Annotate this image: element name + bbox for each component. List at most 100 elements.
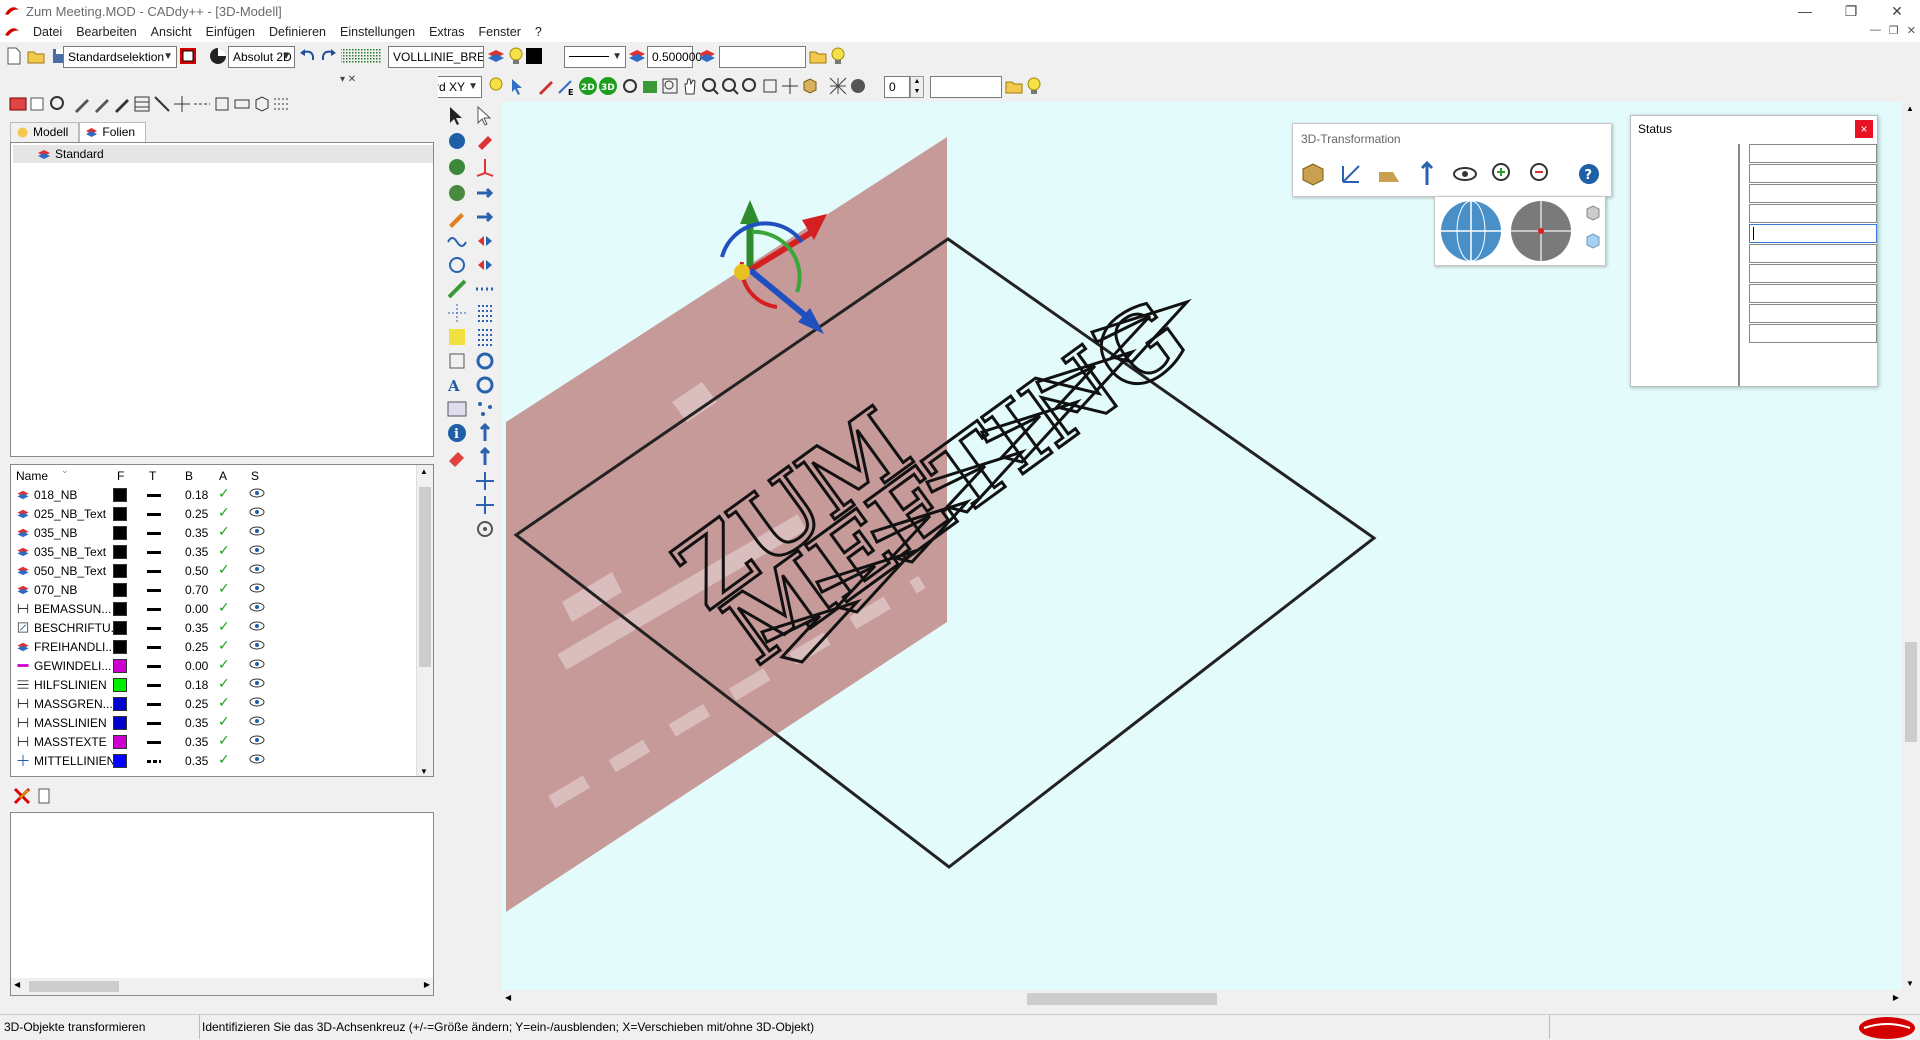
layer-row[interactable]: 025_NB_Text 0.25 ✓: [11, 504, 416, 523]
measure-icon[interactable]: [152, 94, 172, 114]
coordinate-mode-icon[interactable]: [208, 46, 228, 66]
axis-icon[interactable]: [474, 156, 496, 178]
layer-width[interactable]: 0.25: [185, 697, 208, 711]
zoom-in-icon[interactable]: [700, 76, 720, 96]
layer-width[interactable]: 0.35: [185, 526, 208, 540]
layer-color-swatch[interactable]: [113, 735, 127, 749]
visibility-eye-icon[interactable]: [249, 696, 265, 708]
layer-row[interactable]: 018_NB 0.18 ✓: [11, 485, 416, 504]
menu-definieren[interactable]: Definieren: [262, 25, 333, 39]
paint-icon[interactable]: [474, 130, 496, 152]
visibility-eye-icon[interactable]: [249, 601, 265, 613]
wave-icon[interactable]: [446, 230, 468, 252]
rotate-view-icon[interactable]: [620, 76, 640, 96]
gizmo-shrink-icon[interactable]: [1527, 160, 1555, 188]
selection-mode-select[interactable]: Standardselektion ▼: [63, 46, 177, 68]
layer-width[interactable]: 0.35: [185, 621, 208, 635]
layer-linetype[interactable]: [147, 589, 161, 592]
view-3d-icon[interactable]: 3D: [598, 76, 618, 96]
ruler-icon[interactable]: [446, 278, 468, 300]
layer-color-swatch[interactable]: [113, 488, 127, 502]
layer-linetype[interactable]: [147, 760, 161, 763]
column-f[interactable]: F: [117, 469, 124, 483]
layer-row[interactable]: BEMASSUN... 0.00 ✓: [11, 599, 416, 618]
open-folder-icon[interactable]: [26, 46, 46, 66]
gizmo-enlarge-icon[interactable]: [1489, 160, 1517, 188]
scroll-thumb[interactable]: [1905, 642, 1917, 742]
tab-modell[interactable]: Modell: [10, 122, 80, 142]
grid-dots-icon[interactable]: [272, 94, 292, 114]
properties-hscrollbar[interactable]: ◀ ▶: [11, 978, 433, 995]
redo-icon[interactable]: [318, 46, 338, 66]
layer-stack-icon[interactable]: [697, 46, 717, 66]
menu-einstellungen[interactable]: Einstellungen: [333, 25, 422, 39]
layer-row[interactable]: GEWINDELI... 0.00 ✓: [11, 656, 416, 675]
rotate-axis-icon[interactable]: [474, 374, 496, 396]
column-name[interactable]: Name: [16, 469, 48, 483]
layer-width[interactable]: 0.70: [185, 583, 208, 597]
cube-icon[interactable]: [252, 94, 272, 114]
layer-linetype[interactable]: [147, 722, 161, 725]
pencil-draw-icon[interactable]: [446, 206, 468, 228]
active-check-icon[interactable]: ✓: [218, 504, 230, 521]
color-swatch[interactable]: [526, 48, 542, 64]
target-icon[interactable]: [474, 518, 496, 540]
layer-color-swatch[interactable]: [113, 697, 127, 711]
texture-icon[interactable]: [446, 156, 468, 178]
zoom-out-icon[interactable]: [720, 76, 740, 96]
visibility-eye-icon[interactable]: [249, 544, 265, 556]
layer-width[interactable]: 0.35: [185, 545, 208, 559]
copy-move-icon[interactable]: [474, 206, 496, 228]
sphere-icon[interactable]: [848, 76, 868, 96]
bulb-icon[interactable]: [1024, 76, 1044, 96]
layer-width[interactable]: 0.35: [185, 754, 208, 768]
hatch-fill-icon[interactable]: [446, 398, 468, 420]
status-field[interactable]: [1749, 184, 1877, 203]
scatter-icon[interactable]: [474, 398, 496, 420]
scroll-left-icon[interactable]: ◀: [505, 993, 511, 1002]
solid-box-icon[interactable]: [800, 76, 820, 96]
layer-row[interactable]: 070_NB 0.70 ✓: [11, 580, 416, 599]
zoom-all-icon[interactable]: [740, 76, 760, 96]
layer-row[interactable]: FREIHANDLI... 0.25 ✓: [11, 637, 416, 656]
bulb-icon[interactable]: [828, 46, 848, 66]
layer-color-swatch[interactable]: [113, 716, 127, 730]
handwriting-icon[interactable]: [112, 94, 132, 114]
active-check-icon[interactable]: ✓: [218, 542, 230, 559]
layer-linetype[interactable]: [147, 532, 161, 535]
line-style-select[interactable]: ▼: [564, 46, 626, 68]
menu-bearbeiten[interactable]: Bearbeiten: [69, 25, 143, 39]
sphere-view-icon[interactable]: [1509, 199, 1573, 263]
highlight-icon[interactable]: [446, 326, 468, 348]
move-up-icon[interactable]: [474, 422, 496, 444]
visibility-eye-icon[interactable]: [249, 563, 265, 575]
viewport-vscrollbar[interactable]: ▲ ▼: [1902, 102, 1920, 990]
visibility-eye-icon[interactable]: [249, 715, 265, 727]
layer-properties-icon[interactable]: [486, 46, 506, 66]
help-icon[interactable]: ?: [1577, 162, 1601, 186]
column-b[interactable]: B: [185, 469, 193, 483]
snap-point-icon[interactable]: [446, 302, 468, 324]
grid-snap-icon[interactable]: [340, 46, 384, 66]
layer-stack-icon[interactable]: [627, 46, 647, 66]
layer-width[interactable]: 0.00: [185, 659, 208, 673]
layer-linetype[interactable]: [147, 513, 161, 516]
layer-linetype[interactable]: [147, 494, 161, 497]
array-icon[interactable]: [474, 254, 496, 276]
rotate-3d-icon[interactable]: [474, 350, 496, 372]
layer-row[interactable]: MASSLINIEN 0.35 ✓: [11, 713, 416, 732]
zoom-previous-icon[interactable]: [760, 76, 780, 96]
layer-number-input[interactable]: 0: [884, 76, 910, 98]
text-tool-icon[interactable]: A: [446, 374, 468, 396]
transform-height-icon[interactable]: [1413, 160, 1441, 188]
scroll-up-icon[interactable]: ▲: [420, 467, 428, 476]
menu-extras[interactable]: Extras: [422, 25, 471, 39]
layer-row[interactable]: MITTELLINIEN 0.35 ✓: [11, 751, 416, 770]
active-check-icon[interactable]: ✓: [218, 580, 230, 597]
edge-icon[interactable]: E: [556, 76, 576, 96]
active-check-icon[interactable]: ✓: [218, 637, 230, 654]
dimension-line-icon[interactable]: [192, 94, 212, 114]
visibility-eye-icon[interactable]: [249, 487, 265, 499]
transform-axes-icon[interactable]: [1337, 160, 1365, 188]
view-2d-icon[interactable]: 2D: [578, 76, 598, 96]
